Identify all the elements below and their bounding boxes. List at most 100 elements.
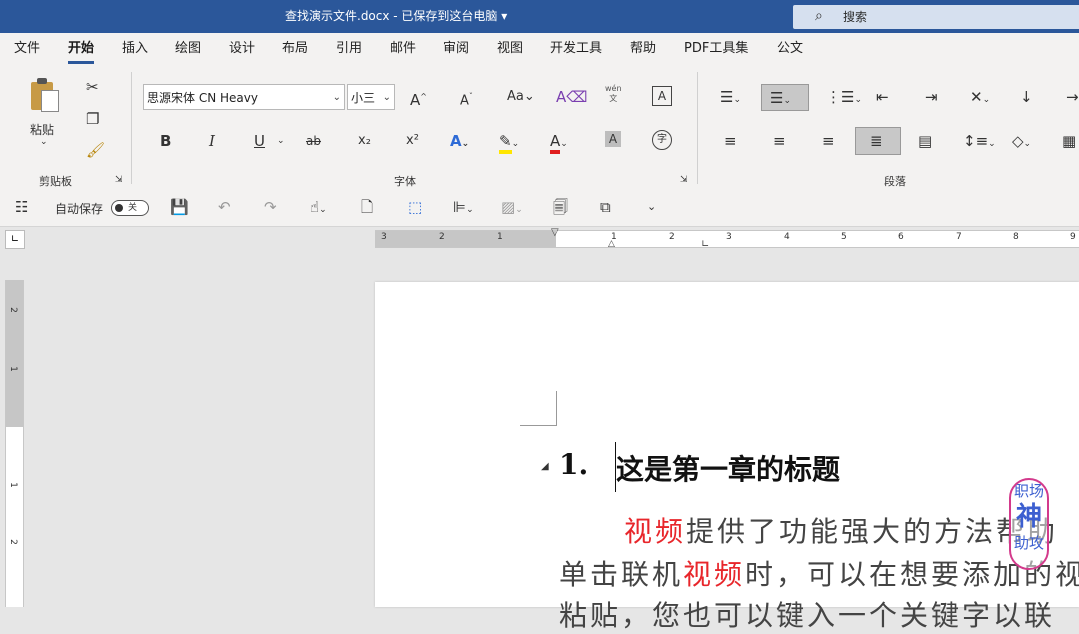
ruler-tick: 8 xyxy=(1013,232,1019,242)
first-line-indent-marker[interactable]: ▽ xyxy=(551,227,559,238)
tab-stop-marker[interactable]: ∟ xyxy=(701,239,709,250)
tab-developer[interactable]: 开发工具 xyxy=(550,33,602,67)
paste-dropdown-icon[interactable]: ⌄ xyxy=(40,137,48,147)
tab-file[interactable]: 文件 xyxy=(14,33,40,67)
underline-button[interactable]: U xyxy=(254,130,265,152)
clipboard-group-label: 剪贴板 xyxy=(39,175,72,188)
align-left-icon[interactable]: ≡ xyxy=(724,130,737,152)
clipboard-launcher-icon[interactable]: ⇲ xyxy=(115,175,123,185)
body-line-3[interactable]: 粘贴，您也可以键入一个关键字以联 xyxy=(559,594,1055,634)
numbering-button[interactable]: ☰⌄ xyxy=(761,84,809,111)
tab-review[interactable]: 审阅 xyxy=(443,33,469,67)
heading-text[interactable]: 这是第一章的标题 xyxy=(616,448,840,488)
margin-crop-mark xyxy=(520,391,557,426)
justify-icon: ≣ xyxy=(870,132,883,150)
decrease-indent-icon[interactable]: ⇤ xyxy=(876,86,889,108)
font-name-combo[interactable]: 思源宋体 CN Heavy ⌄ xyxy=(143,84,345,110)
tab-references[interactable]: 引用 xyxy=(336,33,362,67)
tab-pdf-tools[interactable]: PDF工具集 xyxy=(684,33,748,67)
body-line-1[interactable]: 视频提供了功能强大的方法帮助 xyxy=(624,510,1058,550)
superscript-button[interactable]: x² xyxy=(406,130,419,152)
watermark-text: 职场 xyxy=(1013,482,1044,500)
tab-selector[interactable]: ∟ xyxy=(5,230,25,249)
ruler-tick: 3 xyxy=(726,232,732,242)
tab-mailings[interactable]: 邮件 xyxy=(390,33,416,67)
align-center-icon[interactable]: ≡ xyxy=(773,130,786,152)
clear-format-icon[interactable]: A⌫ xyxy=(556,86,587,108)
bullets-icon[interactable]: ☰⌄ xyxy=(720,86,741,111)
body-text: 单击联机 xyxy=(559,558,684,591)
ruler-tick: 5 xyxy=(841,232,847,242)
hanging-indent-marker[interactable]: △ xyxy=(608,239,615,249)
font-launcher-icon[interactable]: ⇲ xyxy=(680,175,688,185)
phonetic-guide-icon[interactable]: wén 文 xyxy=(605,84,622,104)
window-title: 查找演示文件.docx - 已保存到这台电脑 ▾ xyxy=(285,9,508,23)
tab-help[interactable]: 帮助 xyxy=(630,33,656,67)
autosave-state: 关 xyxy=(128,203,138,213)
character-border-icon[interactable]: A xyxy=(652,86,672,106)
ruler-tick: 3 xyxy=(381,232,387,242)
asian-layout-icon[interactable]: ✕⌄ xyxy=(970,86,990,111)
picture-icon[interactable]: ▨⌄ xyxy=(501,196,523,221)
ruler-tick: 2 xyxy=(439,232,445,242)
character-shading-icon[interactable]: A xyxy=(605,131,621,147)
change-case-icon[interactable]: Aa⌄ xyxy=(507,86,535,108)
sort-icon[interactable]: ↓ xyxy=(1020,86,1033,108)
line-spacing-icon[interactable]: ↕≡⌄ xyxy=(963,130,996,155)
underline-dropdown-icon[interactable]: ⌄ xyxy=(277,130,285,152)
shading-icon[interactable]: ◇⌄ xyxy=(1012,130,1031,155)
highlight-color-icon[interactable]: ✎⌄ xyxy=(499,130,519,155)
font-color-icon[interactable]: A⌄ xyxy=(550,130,568,155)
search-box[interactable]: ⌕ 搜索 xyxy=(793,5,1079,29)
ruler-tick: 6 xyxy=(898,232,904,242)
subscript-button[interactable]: x₂ xyxy=(358,130,371,152)
body-line-2[interactable]: 单击联机视频时，可以在想要添加的视 xyxy=(559,553,1079,593)
undo-icon[interactable]: ↶ xyxy=(218,196,231,218)
show-marks-icon[interactable]: → xyxy=(1066,86,1079,108)
ruler-margin-left xyxy=(375,231,556,247)
horizontal-ruler[interactable]: 3 2 1 1 2 3 4 5 6 7 8 9 ▽ △ ∟ xyxy=(375,227,1079,250)
customize-qat-icon[interactable]: ⌄ xyxy=(647,196,656,218)
search-placeholder: 搜索 xyxy=(843,10,868,24)
collapse-heading-icon[interactable]: ◢ xyxy=(541,461,549,472)
redo-icon[interactable]: ↷ xyxy=(264,196,277,218)
enclose-character-icon[interactable]: 字 xyxy=(652,130,672,150)
autosave-toggle[interactable]: 关 xyxy=(111,200,149,216)
touch-mode-icon[interactable]: ☝⌄ xyxy=(310,196,327,221)
text-box-icon[interactable]: ⬚ xyxy=(408,196,422,218)
tab-view[interactable]: 视图 xyxy=(497,33,523,67)
tab-draw[interactable]: 绘图 xyxy=(175,33,201,67)
screen-reader-icon[interactable]: ⧉ xyxy=(600,196,611,218)
italic-button[interactable]: I xyxy=(209,130,215,152)
distributed-icon[interactable]: ▤ xyxy=(918,130,932,152)
tab-home[interactable]: 开始 xyxy=(68,33,95,67)
vertical-ruler[interactable]: 2 1 1 2 xyxy=(5,280,24,607)
copy-icon[interactable]: ❐ xyxy=(86,108,99,130)
save-icon[interactable]: 💾 xyxy=(170,196,189,218)
justify-button[interactable]: ≣ xyxy=(855,127,901,155)
new-document-icon[interactable]: 🗋 xyxy=(361,196,373,218)
cut-icon[interactable]: ✂ xyxy=(86,76,99,98)
increase-indent-icon[interactable]: ⇥ xyxy=(925,86,938,108)
font-size-combo[interactable]: 小三 ⌄ xyxy=(347,84,395,110)
navigation-pane-icon[interactable]: ☷ xyxy=(15,196,28,218)
tab-design[interactable]: 设计 xyxy=(229,33,255,67)
print-preview-icon[interactable]: 🗐 xyxy=(553,196,568,218)
paste-icon[interactable] xyxy=(28,78,60,114)
strikethrough-button[interactable]: ab xyxy=(306,130,321,152)
grow-font-icon[interactable]: A^ xyxy=(410,86,427,111)
menu-bar: 文件 开始 插入 绘图 设计 布局 引用 邮件 审阅 视图 开发工具 帮助 PD… xyxy=(0,33,1079,67)
borders-icon[interactable]: ▦ xyxy=(1062,130,1076,152)
align-right-icon[interactable]: ≡ xyxy=(822,130,835,152)
bold-button[interactable]: B xyxy=(160,130,171,152)
align-objects-icon[interactable]: ⊫⌄ xyxy=(453,196,474,221)
autosave-label: 自动保存 xyxy=(55,202,104,216)
multilevel-list-icon[interactable]: ⋮☰⌄ xyxy=(826,86,862,111)
format-painter-icon[interactable]: 🖌 xyxy=(86,139,105,161)
tab-layout[interactable]: 布局 xyxy=(282,33,308,67)
tab-insert[interactable]: 插入 xyxy=(122,33,148,67)
shrink-font-icon[interactable]: Aˇ xyxy=(460,86,473,112)
tab-official-doc[interactable]: 公文 xyxy=(777,33,803,67)
text-effects-icon[interactable]: A⌄ xyxy=(450,130,469,155)
ruler-tick: 1 xyxy=(7,482,18,488)
